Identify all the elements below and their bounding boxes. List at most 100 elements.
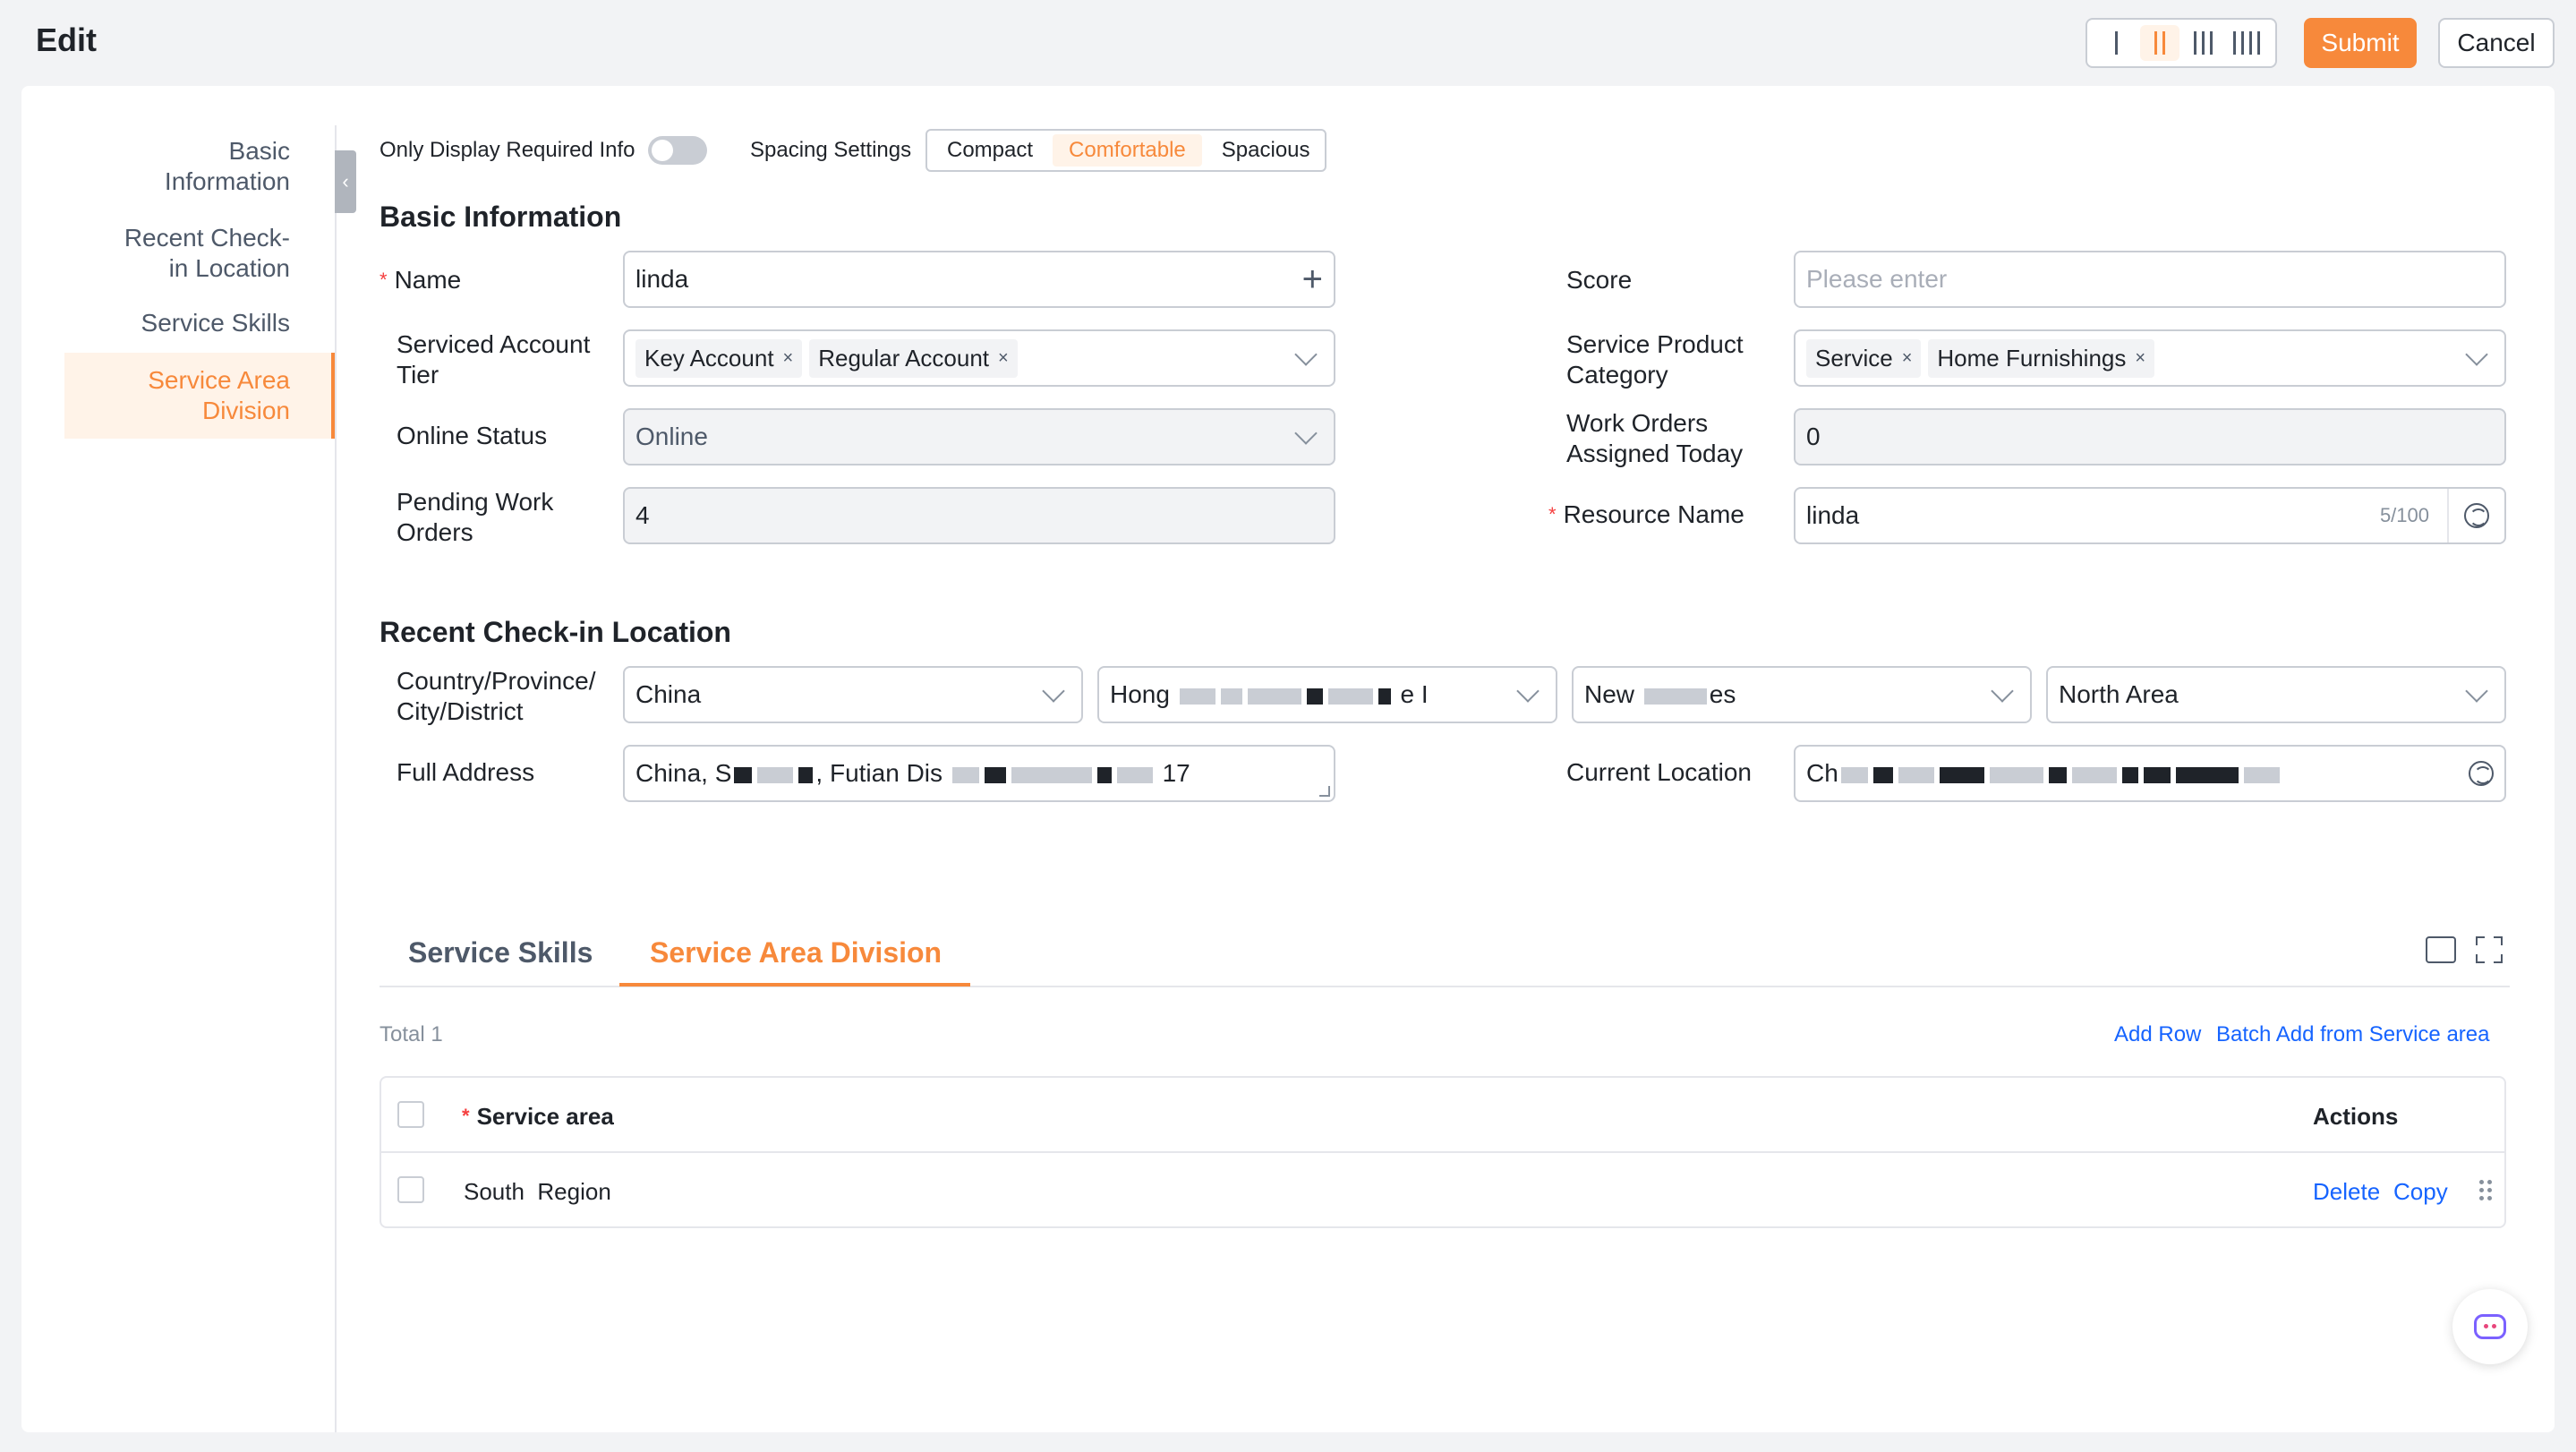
tag: Home Furnishings × — [1928, 338, 2155, 378]
product-category-label: Service Product Category — [1566, 329, 1744, 390]
recent-checkin-title: Recent Check-in Location — [380, 616, 731, 648]
chevron-down-icon — [2465, 343, 2488, 366]
spacing-spacious-option[interactable]: Spacious — [1206, 134, 1326, 167]
redaction — [1096, 766, 1112, 783]
total-count: Total 1 — [380, 1022, 443, 1046]
redaction — [1011, 766, 1092, 783]
redaction — [2243, 766, 2280, 783]
required-asterisk: * — [1548, 503, 1557, 525]
bot-icon — [2474, 1314, 2506, 1339]
globe-icon[interactable] — [2464, 503, 2489, 528]
anchor-label: Service Area — [148, 366, 290, 394]
layout-1-column-option[interactable] — [2096, 25, 2136, 61]
redaction — [1840, 766, 1868, 783]
account-tier-select[interactable]: Key Account × Regular Account × — [623, 329, 1335, 387]
pending-orders-label: Pending Work Orders — [397, 487, 553, 548]
label-line: Work Orders — [1566, 409, 1709, 437]
required-asterisk: * — [380, 269, 388, 291]
batch-add-link[interactable]: Batch Add from Service area — [2216, 1022, 2489, 1047]
fullscreen-icon[interactable] — [2476, 936, 2503, 963]
tag-close-icon[interactable]: × — [2135, 348, 2145, 369]
redaction — [1247, 688, 1301, 705]
assistant-bot-button[interactable] — [2452, 1289, 2528, 1364]
work-orders-today-label: Work Orders Assigned Today — [1566, 408, 1743, 469]
redaction — [951, 766, 979, 783]
column-header-text: Service area — [476, 1103, 614, 1130]
score-label: Score — [1566, 266, 1633, 294]
spacing-comfortable-option[interactable]: Comfortable — [1053, 134, 1202, 167]
tab-service-area-division[interactable]: Service Area Division — [650, 936, 942, 969]
redaction — [1220, 688, 1242, 705]
toggle-knob — [652, 140, 673, 161]
tag-close-icon[interactable]: × — [998, 348, 1009, 369]
product-category-select[interactable]: Service × Home Furnishings × — [1794, 329, 2506, 387]
label-line: Assigned Today — [1566, 440, 1744, 467]
select-all-checkbox[interactable] — [397, 1101, 424, 1128]
tag: Service × — [1806, 338, 1922, 378]
plus-icon[interactable]: + — [1302, 261, 1323, 297]
tag-label: Key Account — [644, 344, 774, 372]
layout-3-column-option[interactable] — [2183, 25, 2222, 61]
spacing-segmented-control[interactable]: Compact Comfortable Spacious — [925, 129, 1326, 172]
tag-label: Home Furnishings — [1937, 344, 2127, 372]
resource-name-input[interactable]: linda 5/100 — [1794, 487, 2506, 544]
anchor-label: in Location — [168, 254, 290, 282]
row-checkbox[interactable] — [397, 1176, 424, 1203]
redaction — [2048, 766, 2067, 783]
redaction — [2143, 766, 2171, 783]
locate-globe-icon[interactable] — [2469, 761, 2494, 786]
province-select[interactable]: Hong e I — [1097, 666, 1557, 723]
service-area-column-header: * Service area — [462, 1103, 614, 1131]
table-cell-service-area[interactable]: South Region — [464, 1178, 611, 1206]
required-asterisk: * — [462, 1105, 470, 1127]
collapse-chevron-icon[interactable]: ‹ — [335, 150, 356, 213]
layout-column-switch[interactable] — [2086, 18, 2277, 68]
tag: Key Account × — [635, 338, 803, 378]
layout-2-column-option[interactable] — [2139, 25, 2179, 61]
basic-information-title: Basic Information — [380, 201, 622, 233]
chevron-down-icon — [1516, 679, 1540, 703]
city-text-start: New — [1584, 680, 1635, 708]
resource-name-suffix[interactable] — [2447, 489, 2504, 542]
label-line: Category — [1566, 361, 1668, 389]
current-location-input[interactable]: Ch — [1794, 745, 2506, 802]
drag-handle-icon[interactable] — [2479, 1180, 2492, 1200]
score-input[interactable]: Please enter — [1794, 251, 2506, 308]
country-select[interactable]: China — [623, 666, 1083, 723]
tag-close-icon[interactable]: × — [783, 348, 794, 369]
anchor-recent-checkin[interactable]: Recent Check- in Location — [124, 223, 290, 284]
required-only-toggle[interactable] — [648, 136, 707, 165]
chevron-down-icon — [1042, 679, 1065, 703]
cancel-button[interactable]: Cancel — [2438, 18, 2555, 68]
chevron-down-icon — [1294, 422, 1318, 445]
anchor-service-area-division[interactable]: Service Area Division — [148, 365, 290, 426]
redaction — [984, 766, 1006, 783]
tag-close-icon[interactable]: × — [1902, 348, 1913, 369]
redaction — [1939, 766, 1984, 783]
delete-row-link[interactable]: Delete — [2313, 1178, 2380, 1206]
layout-4-column-option[interactable] — [2227, 25, 2266, 61]
resize-handle-icon[interactable] — [1319, 786, 1330, 797]
district-select[interactable]: North Area — [2046, 666, 2506, 723]
city-value: New es — [1584, 680, 1985, 709]
city-select[interactable]: New es — [1572, 666, 2032, 723]
copy-row-link[interactable]: Copy — [2393, 1178, 2448, 1206]
required-only-label: Only Display Required Info — [380, 138, 635, 162]
spacing-settings-label: Spacing Settings — [750, 138, 912, 162]
spacing-compact-option[interactable]: Compact — [931, 134, 1049, 167]
add-row-link[interactable]: Add Row — [2114, 1022, 2201, 1047]
redaction — [798, 766, 814, 783]
full-address-textarea[interactable]: China, S, Futian Dis 17 — [623, 745, 1335, 802]
submit-button[interactable]: Submit — [2304, 18, 2417, 68]
name-input[interactable]: linda + — [623, 251, 1335, 308]
redaction — [1643, 688, 1707, 705]
online-status-select[interactable]: Online — [623, 408, 1335, 465]
address-text-start: China, S — [635, 759, 732, 787]
current-location-label: Current Location — [1566, 758, 1753, 786]
region-label: Country/Province/ City/District — [397, 666, 596, 727]
tab-service-skills[interactable]: Service Skills — [408, 936, 593, 969]
anchor-basic-information[interactable]: Basic Information — [165, 136, 290, 197]
province-text-end: e I — [1400, 680, 1429, 708]
anchor-service-skills[interactable]: Service Skills — [141, 308, 290, 338]
keyboard-icon[interactable] — [2426, 936, 2456, 963]
